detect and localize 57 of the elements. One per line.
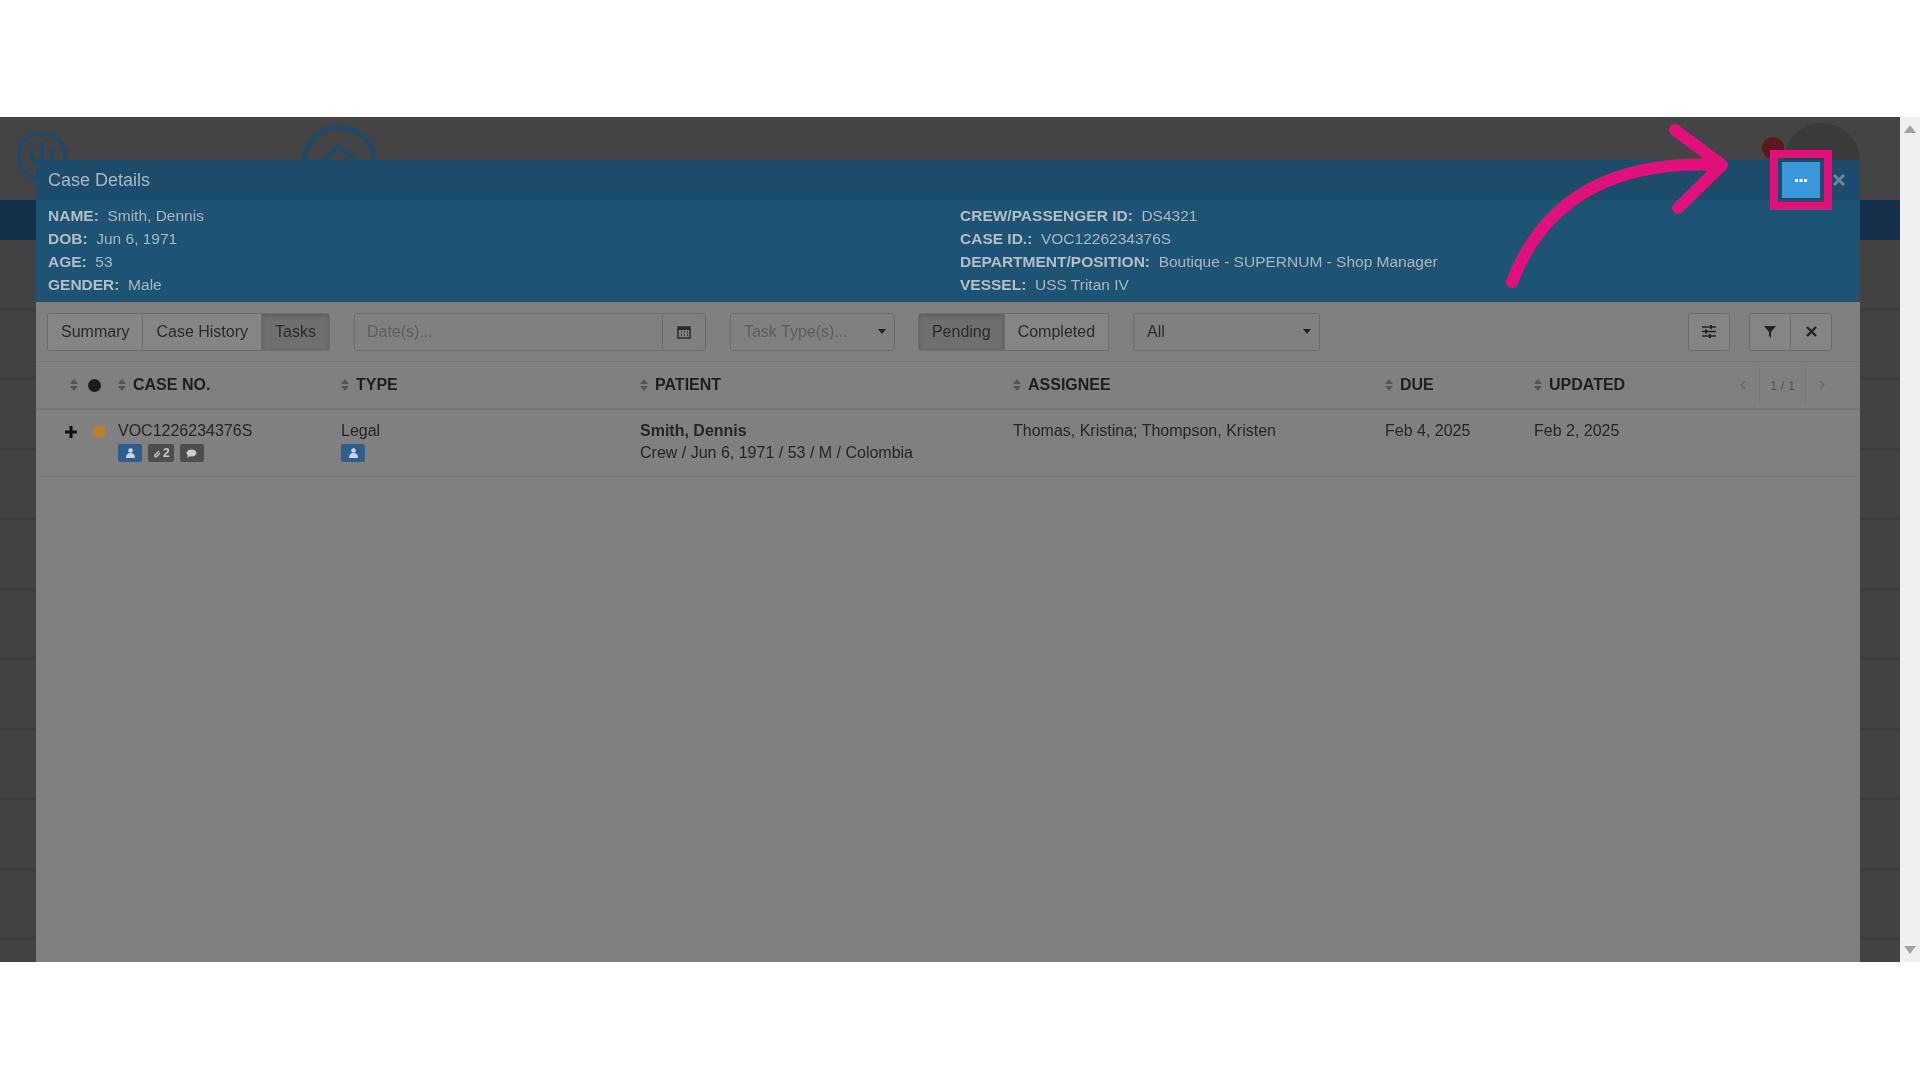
column-header[interactable]: PATIENT	[655, 376, 722, 394]
patient-info-field: NAME: Smith, Dennis	[48, 204, 960, 227]
column-header[interactable]: ASSIGNEE	[1028, 376, 1111, 394]
close-icon	[1805, 326, 1817, 337]
sort-icon[interactable]	[1013, 379, 1021, 391]
sort-icon[interactable]	[1534, 379, 1542, 391]
person-icon	[118, 444, 142, 462]
column-header[interactable]: TYPE	[356, 376, 398, 394]
status-tab[interactable]: Completed	[1003, 312, 1110, 351]
sort-icon[interactable]	[640, 379, 648, 391]
table-cell: Feb 2, 2025	[1534, 422, 1620, 440]
case-number[interactable]: VOC1226234376S	[118, 422, 253, 440]
patient-info-field: DOB: Jun 6, 1971	[48, 227, 960, 250]
table-cell: Legal	[341, 422, 381, 440]
case-info-field: CREW/PASSENGER ID: DS4321	[960, 204, 1760, 227]
view-tab[interactable]: Summary	[47, 312, 144, 351]
scrollbar[interactable]	[1900, 117, 1920, 962]
sliders-icon	[1702, 325, 1716, 338]
column-header[interactable]: DUE	[1400, 376, 1434, 394]
table-cell: Thomas, Kristina; Thompson, Kristen	[1013, 422, 1276, 440]
attachment-badge[interactable]: 2	[148, 444, 174, 462]
status-column-icon	[88, 378, 101, 392]
view-tab[interactable]: Case History	[142, 312, 263, 351]
scroll-down-icon[interactable]	[1904, 946, 1916, 954]
patient-info-field: AGE: 53	[48, 250, 960, 273]
patient-details: Crew / Jun 6, 1971 / 53 / M / Colombia	[640, 444, 913, 462]
patient-info-field: GENDER: Male	[48, 273, 960, 296]
view-tab[interactable]: Tasks	[261, 312, 330, 351]
close-icon[interactable]	[1833, 174, 1845, 186]
scroll-up-icon[interactable]	[1904, 125, 1916, 133]
column-header[interactable]: CASE NO.	[133, 376, 211, 394]
caret-icon	[1303, 329, 1312, 334]
dialog-title: Case Details	[48, 169, 151, 191]
calendar-icon	[676, 324, 691, 339]
settings-button[interactable]	[1688, 312, 1730, 351]
case-info-field: DEPARTMENT/POSITION: Boutique - SUPERNUM - Shop Manager	[960, 250, 1760, 273]
person-icon	[341, 444, 365, 462]
more-options-button[interactable]	[1782, 162, 1820, 198]
sort-icon[interactable]	[70, 379, 78, 391]
case-info-field: VESSEL: USS Tritan IV	[960, 273, 1760, 296]
filter-button[interactable]	[1749, 312, 1791, 351]
comment-icon[interactable]	[179, 444, 204, 462]
ellipsis-icon	[1795, 178, 1807, 182]
assignee-select[interactable]: All	[1133, 312, 1321, 351]
sort-icon[interactable]	[118, 379, 126, 391]
case-info-field: CASE ID.: VOC1226234376S	[960, 227, 1760, 250]
clear-filter-button[interactable]	[1790, 312, 1832, 351]
table-cell: Feb 4, 2025	[1385, 422, 1471, 440]
sort-icon[interactable]	[1385, 379, 1393, 391]
patient-name: Smith, Dennis	[640, 422, 747, 440]
caret-icon	[877, 329, 886, 334]
column-header[interactable]: UPDATED	[1549, 376, 1626, 394]
sort-icon[interactable]	[341, 379, 349, 391]
filter-icon	[1764, 325, 1776, 338]
expand-icon[interactable]	[65, 425, 77, 438]
status-tab[interactable]: Pending	[917, 312, 1005, 351]
calendar-button[interactable]	[662, 312, 706, 351]
